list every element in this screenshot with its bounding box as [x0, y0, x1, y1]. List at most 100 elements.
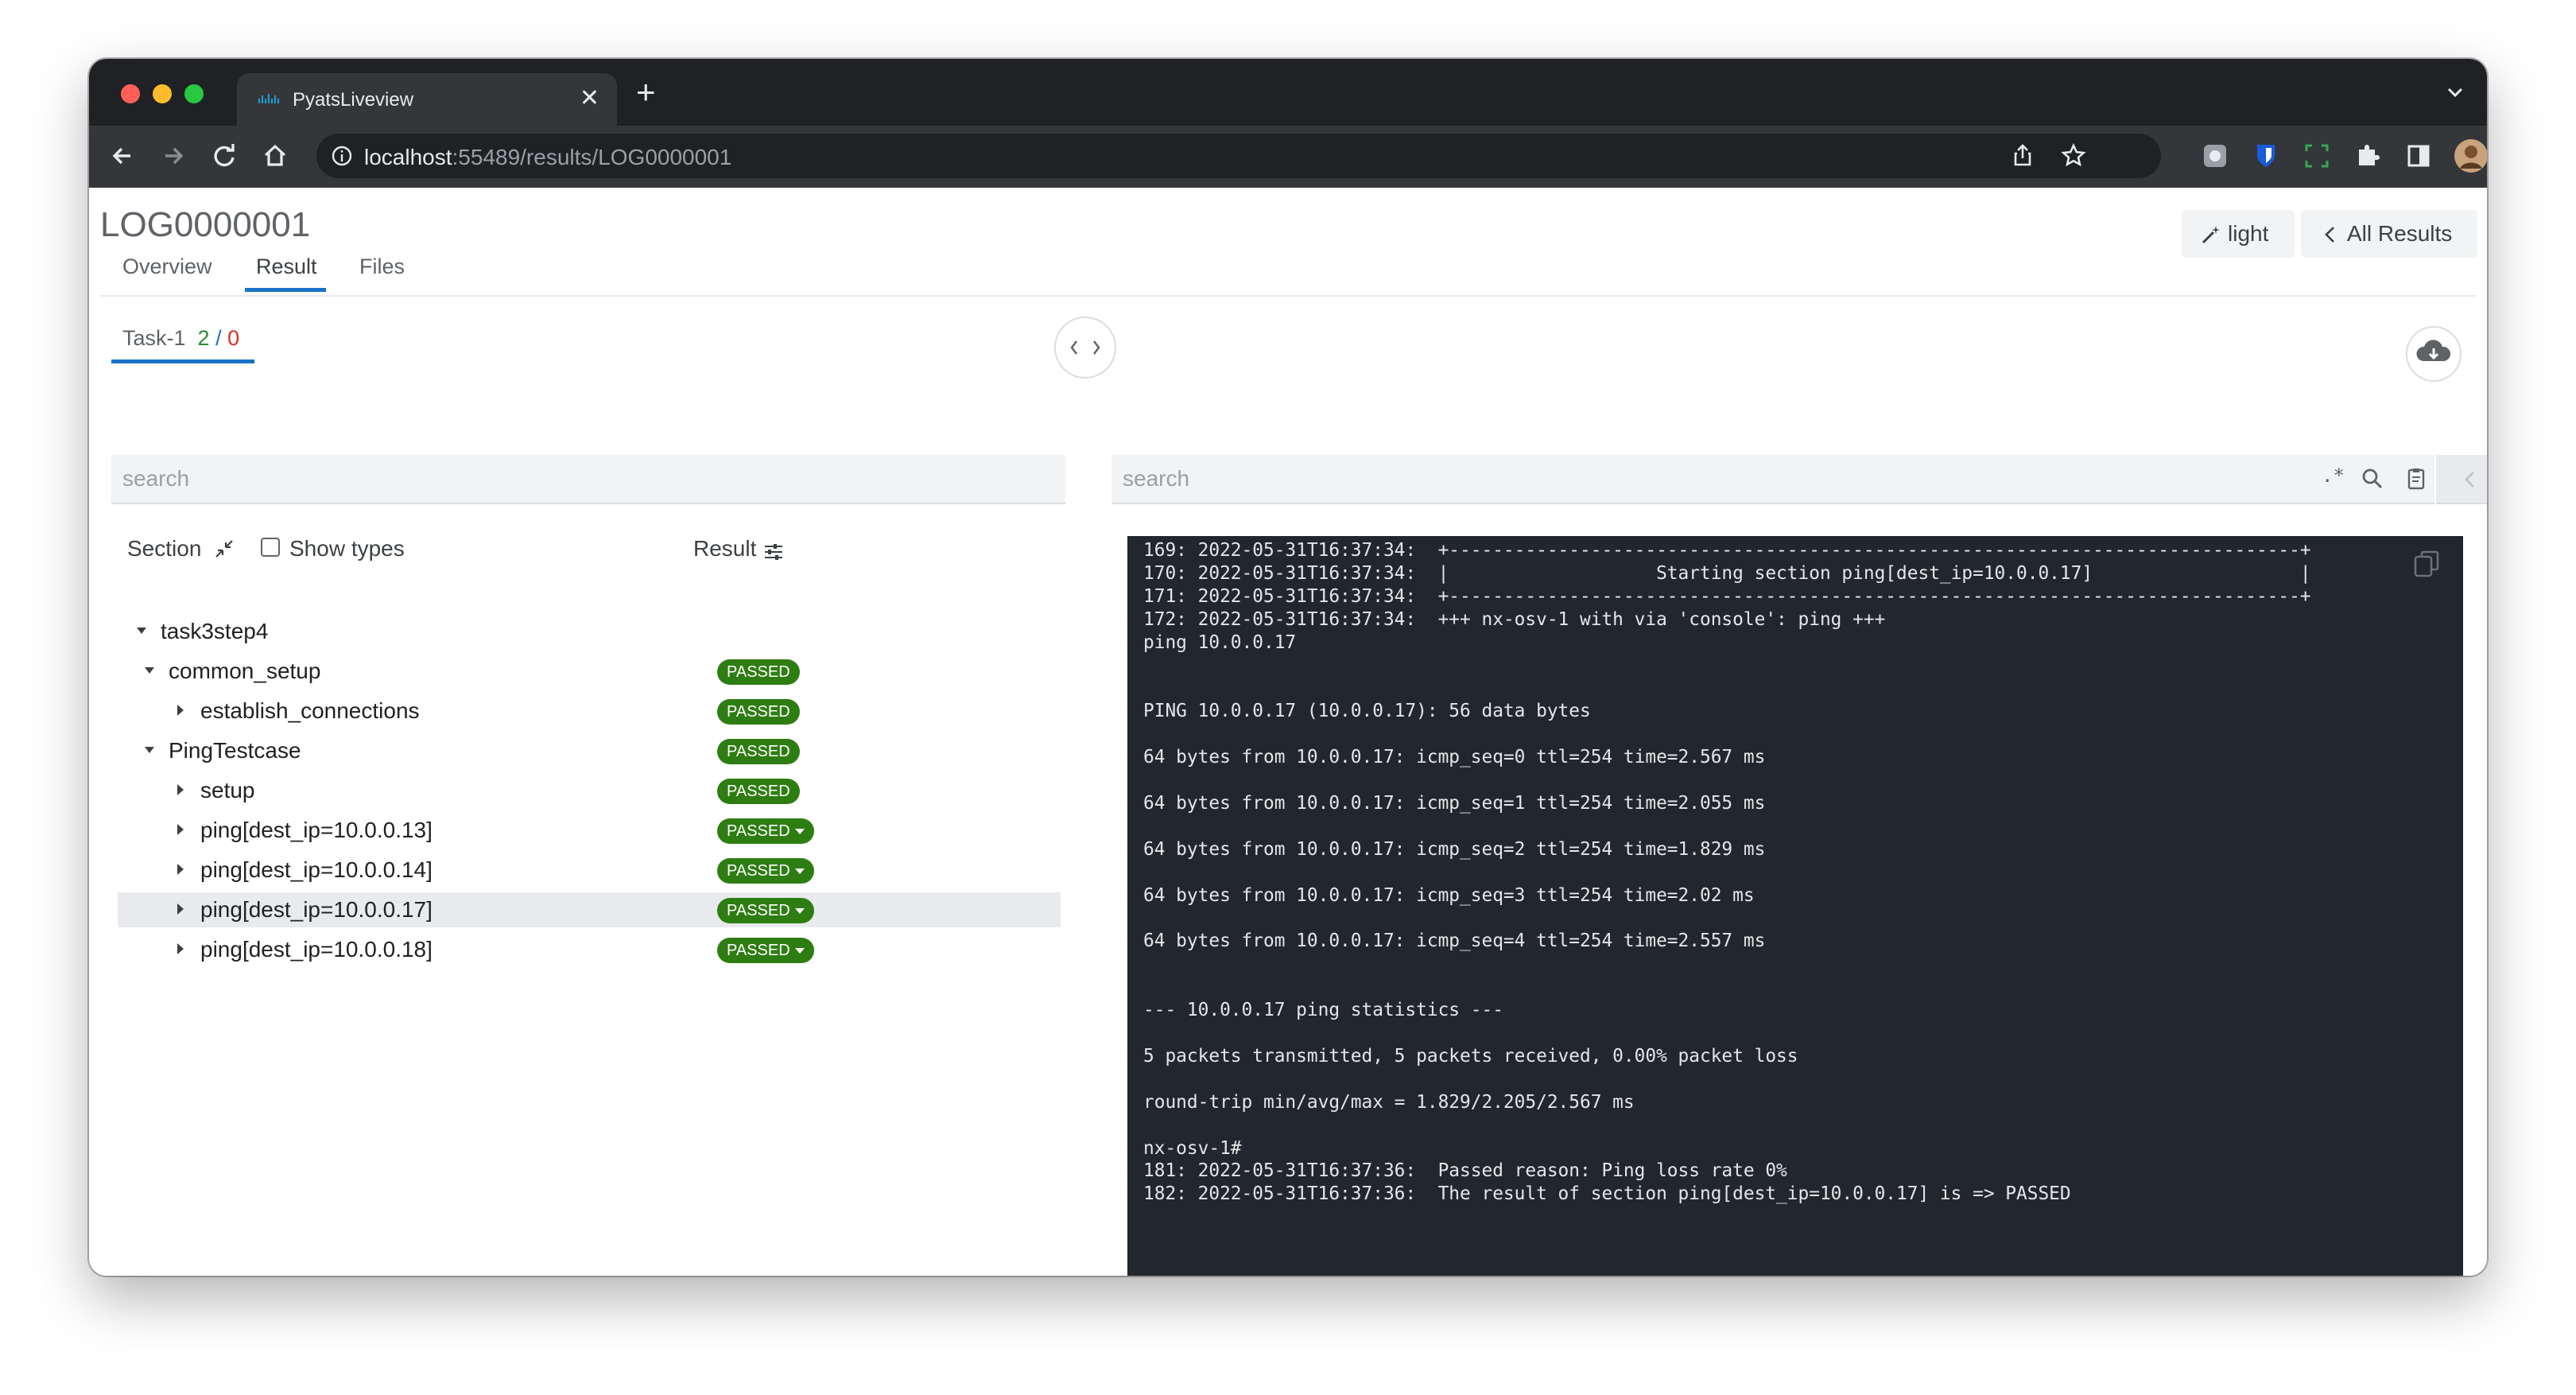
profile-avatar[interactable]: [2454, 138, 2487, 173]
caret-down-icon[interactable]: [143, 744, 156, 756]
tree-row-label: establish_connections: [200, 698, 420, 723]
log-output-text: 169: 2022-05-31T16:37:34: +-------------…: [1143, 540, 2311, 1205]
tree-row-ping-10-0-0-13[interactable]: ping[dest_ip=10.0.0.13] PASSED: [118, 813, 1061, 848]
tree-row-ping-10-0-0-14[interactable]: ping[dest_ip=10.0.0.14] PASSED: [118, 853, 1061, 888]
section-search-input[interactable]: [111, 455, 1065, 504]
tab-search-chevron-icon[interactable]: [2444, 81, 2466, 103]
side-panel-icon[interactable]: [2403, 140, 2434, 172]
log-search-input[interactable]: [1111, 455, 2306, 504]
cloud-download-icon: [2416, 340, 2451, 361]
theme-toggle-label: light: [2228, 221, 2269, 246]
status-badge-dropdown[interactable]: PASSED: [717, 818, 814, 844]
page-content: LOG0000001 Overview Result Files light A…: [89, 188, 2487, 1276]
download-button[interactable]: [2406, 326, 2462, 382]
extension-shield-icon[interactable]: [2199, 140, 2231, 172]
share-icon[interactable]: [2007, 140, 2039, 172]
extensions-puzzle-icon[interactable]: [2352, 140, 2384, 172]
tree-row-task3step4[interactable]: task3step4: [118, 614, 1061, 649]
task-tab[interactable]: Task-1 2 / 0: [122, 326, 239, 351]
back-arrow-icon[interactable]: [107, 140, 138, 172]
tree-row-label: common_setup: [169, 659, 321, 683]
search-icon[interactable]: [2360, 466, 2385, 492]
tree-row-establish-connections[interactable]: establish_connections PASSED: [118, 694, 1061, 729]
status-badge: PASSED: [717, 779, 800, 804]
task-count-separator: /: [215, 326, 222, 350]
close-window-icon[interactable]: [121, 84, 140, 103]
tree-row-label: ping[dest_ip=10.0.0.17]: [200, 897, 433, 922]
zoom-window-icon[interactable]: [184, 84, 204, 103]
status-badge-dropdown[interactable]: PASSED: [717, 898, 814, 923]
filter-sliders-icon[interactable]: [763, 542, 784, 561]
tab-title: PyatsLiveview: [293, 89, 414, 111]
task-passed-count: 2: [197, 326, 210, 350]
caret-right-icon[interactable]: [175, 902, 186, 916]
chevron-left-icon: [2325, 227, 2334, 243]
tab-overview[interactable]: Overview: [122, 255, 212, 279]
clipboard-search-icon[interactable]: [2404, 466, 2430, 492]
page-title: LOG0000001: [100, 205, 311, 244]
address-bar[interactable]: localhost:55489/results/LOG0000001: [316, 134, 2161, 178]
show-types-label: Show types: [289, 536, 405, 561]
status-badge-dropdown[interactable]: PASSED: [717, 858, 814, 884]
bitwarden-icon[interactable]: [2250, 140, 2282, 172]
task-tab-indicator: [111, 359, 254, 363]
screenshot-crop-icon[interactable]: [2301, 140, 2333, 172]
tree-row-pingtestcase[interactable]: PingTestcase PASSED: [118, 733, 1061, 768]
tab-close-icon[interactable]: ✕: [580, 84, 599, 112]
home-icon[interactable]: [259, 140, 291, 172]
search-result-pager: [2436, 455, 2487, 504]
panel-resize-button[interactable]: [1054, 317, 1116, 379]
section-column-header: Section: [127, 536, 202, 561]
browser-tab-strip: PyatsLiveview ✕ +: [89, 59, 2487, 126]
theme-toggle-button[interactable]: light: [2182, 210, 2295, 258]
tree-row-ping-10-0-0-18[interactable]: ping[dest_ip=10.0.0.18] PASSED: [118, 932, 1061, 967]
caret-right-icon[interactable]: [175, 703, 186, 717]
site-info-icon[interactable]: [331, 145, 353, 167]
caret-right-icon[interactable]: [175, 942, 186, 956]
task-failed-count: 0: [227, 326, 240, 350]
browser-window: PyatsLiveview ✕ + localhost:55489/result…: [89, 59, 2487, 1276]
tree-row-ping-10-0-0-17-selected[interactable]: ping[dest_ip=10.0.0.17] PASSED: [118, 892, 1061, 927]
chevrons-left-right-icon: [1070, 340, 1100, 355]
magic-wand-icon: [2202, 226, 2220, 244]
forward-arrow-icon[interactable]: [157, 140, 189, 172]
dropdown-caret-icon: [794, 829, 805, 835]
tree-row-label: setup: [200, 778, 255, 802]
tab-files[interactable]: Files: [359, 255, 405, 279]
caret-down-icon[interactable]: [135, 625, 148, 636]
all-results-label: All Results: [2347, 221, 2453, 246]
all-results-button[interactable]: All Results: [2301, 210, 2477, 258]
caret-right-icon[interactable]: [175, 822, 186, 837]
copy-icon[interactable]: [2411, 547, 2444, 581]
header-divider: [100, 295, 2476, 297]
caret-right-icon[interactable]: [175, 862, 186, 876]
new-tab-button[interactable]: +: [636, 73, 656, 111]
log-viewer[interactable]: 169: 2022-05-31T16:37:34: +-------------…: [1127, 536, 2463, 1276]
task-label: Task-1: [122, 326, 186, 350]
bookmark-star-icon[interactable]: [2058, 140, 2089, 172]
tree-row-label: PingTestcase: [169, 738, 301, 763]
caret-right-icon[interactable]: [175, 783, 186, 797]
tab-result[interactable]: Result: [256, 255, 317, 279]
status-badge: PASSED: [717, 699, 800, 725]
active-tab-indicator: [245, 288, 326, 292]
previous-match-icon[interactable]: [2458, 468, 2482, 492]
status-badge-dropdown[interactable]: PASSED: [717, 938, 814, 963]
browser-toolbar: localhost:55489/results/LOG0000001: [89, 126, 2487, 189]
tree-row-common-setup[interactable]: common_setup PASSED: [118, 654, 1061, 689]
dropdown-caret-icon: [794, 868, 805, 875]
collapse-all-icon[interactable]: [213, 538, 235, 560]
caret-down-icon[interactable]: [143, 665, 156, 676]
tree-row-setup[interactable]: setup PASSED: [118, 773, 1061, 808]
browser-tab-pyatsliveview[interactable]: PyatsLiveview ✕: [237, 73, 617, 126]
url-text: localhost:55489/results/LOG0000001: [364, 145, 732, 169]
minimize-window-icon[interactable]: [153, 84, 172, 103]
result-column-header: Result: [693, 536, 757, 561]
regex-toggle[interactable]: .*: [2322, 464, 2345, 487]
show-types-checkbox[interactable]: [261, 538, 280, 557]
dropdown-caret-icon: [794, 948, 805, 954]
tree-row-label: ping[dest_ip=10.0.0.13]: [200, 818, 433, 842]
reload-icon[interactable]: [208, 140, 240, 172]
status-badge: PASSED: [717, 739, 800, 764]
tree-row-label: ping[dest_ip=10.0.0.18]: [200, 937, 433, 962]
